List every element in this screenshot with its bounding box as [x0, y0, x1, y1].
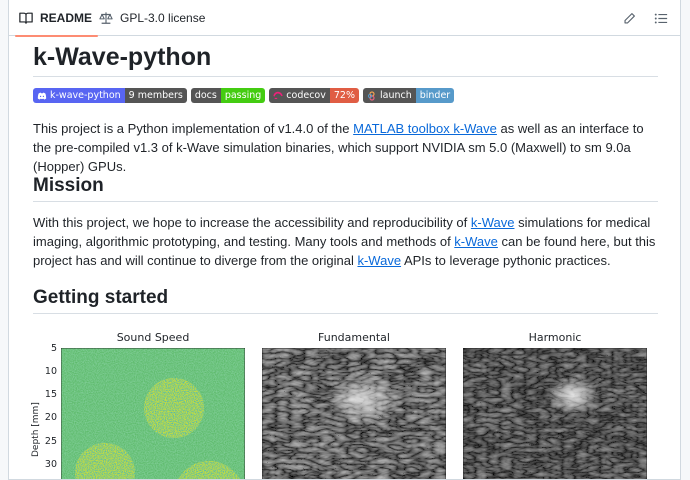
panel-title-fundamental: Fundamental — [318, 331, 390, 344]
y-tick: 10 — [44, 366, 57, 377]
sound-speed-image — [61, 348, 245, 479]
readme-body: k-Wave-python k-wave-python 9 members do… — [31, 36, 658, 479]
kwave-link-3[interactable]: k-Wave — [357, 253, 401, 268]
mission-paragraph: With this project, we hope to increase t… — [33, 215, 656, 268]
mission-heading: Mission — [33, 172, 658, 202]
intro-paragraph: This project is a Python implementation … — [33, 121, 644, 174]
tab-readme-label: README — [40, 11, 93, 25]
y-axis-label: Depth [mm] — [31, 402, 41, 457]
panel-title-harmonic: Harmonic — [528, 331, 582, 344]
y-tick: 15 — [44, 389, 57, 400]
y-tick: 25 — [44, 436, 57, 447]
y-tick: 5 — [50, 343, 57, 354]
book-icon — [19, 12, 33, 24]
tab-readme[interactable]: README — [14, 0, 99, 37]
tab-license[interactable]: GPL-3.0 license — [99, 0, 205, 36]
scale-icon — [99, 12, 113, 24]
outline-list-icon[interactable] — [652, 9, 670, 27]
page-title: k-Wave-python — [33, 38, 658, 77]
codecov-badge[interactable]: codecov 72% — [269, 88, 359, 103]
codecov-icon — [273, 91, 283, 99]
y-tick: 30 — [44, 459, 57, 470]
y-tick: 20 — [44, 412, 57, 423]
getting-started-heading: Getting started — [33, 284, 658, 314]
docs-badge[interactable]: docs passing — [190, 88, 266, 103]
panel-title-sound-speed: Sound Speed — [116, 331, 190, 344]
edit-pencil-icon[interactable] — [620, 9, 638, 27]
binder-icon — [367, 90, 375, 101]
readme-tab-bar: README GPL-3.0 license — [9, 0, 680, 37]
fundamental-image — [262, 348, 446, 479]
discord-badge[interactable]: k-wave-python 9 members — [33, 88, 187, 103]
harmonic-image — [463, 348, 647, 479]
readme-panel: README GPL-3.0 license k-Wave-python k-w… — [8, 0, 681, 480]
badge-row: k-wave-python 9 members docs passing cod… — [33, 88, 455, 103]
kwave-link-1[interactable]: k-Wave — [471, 215, 515, 230]
simulation-figure: Sound Speed Fundamental Harmonic Depth [… — [31, 331, 658, 479]
matlab-kwave-link[interactable]: MATLAB toolbox k-Wave — [353, 121, 497, 136]
kwave-link-2[interactable]: k-Wave — [454, 234, 498, 249]
tab-license-label: GPL-3.0 license — [120, 11, 206, 25]
discord-icon — [37, 92, 47, 99]
binder-badge[interactable]: launch binder — [362, 88, 455, 103]
